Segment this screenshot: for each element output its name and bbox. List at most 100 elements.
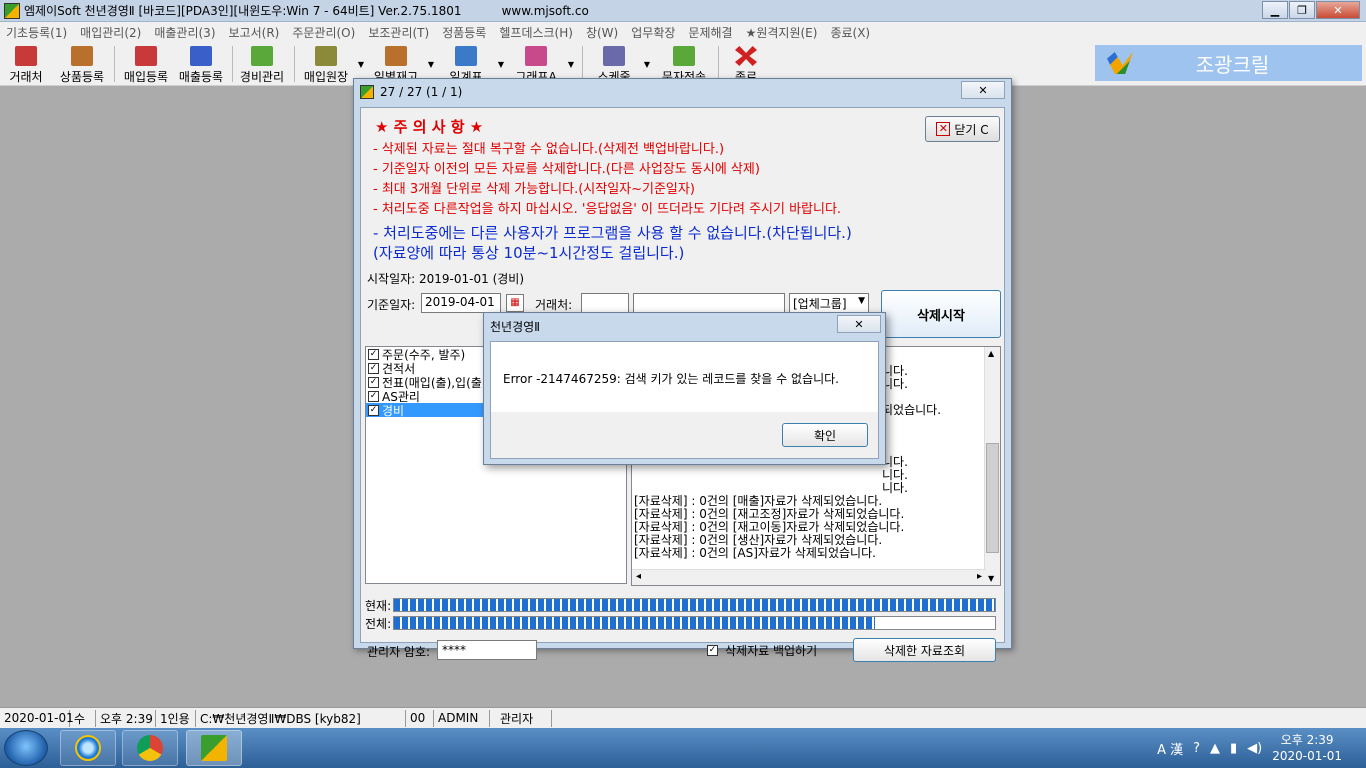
base-date-input[interactable]: 2019-04-01 <box>421 293 501 313</box>
checkbox[interactable]: ✓ <box>368 390 379 402</box>
expense-icon <box>251 46 273 66</box>
clock[interactable]: 오후 2:39 2020-01-01 <box>1272 732 1342 764</box>
menu-troubleshoot[interactable]: 문제해결 <box>688 24 732 41</box>
checkbox[interactable]: ✓ <box>368 362 379 374</box>
warning-line: (자료양에 따라 통상 10분~1시간정도 걸립니다.) <box>373 244 685 262</box>
scroll-up-icon[interactable]: ▲ <box>988 349 994 358</box>
menu-bar: 기초등록(1) 매입관리(2) 매출관리(3) 보고서(R) 주문관리(O) 보… <box>0 22 1366 42</box>
calendar-icon[interactable]: ▦ <box>506 294 524 312</box>
group-select[interactable]: [업체그룹] ▼ <box>789 293 869 313</box>
daily-stock-icon <box>385 46 407 66</box>
menu-extension[interactable]: 업무확장 <box>631 24 675 41</box>
restore-button[interactable]: ❐ <box>1289 1 1315 19</box>
close-window-button[interactable]: ✕ <box>1316 1 1360 19</box>
menu-report[interactable]: 보고서(R) <box>229 24 280 41</box>
taskbar: A 漢 ? ▲ ▮ ◀) 오후 2:39 2020-01-01 <box>0 728 1366 768</box>
toolbar-separator <box>718 46 719 82</box>
system-tray: A 漢 ? ▲ ▮ ◀) 오후 2:39 2020-01-01 <box>1157 728 1366 768</box>
app-icon <box>4 2 20 19</box>
menu-helpdesk[interactable]: 헬프데스크(H) <box>499 24 573 41</box>
checklist-label: 견적서 <box>382 361 416 376</box>
toolbar-label: 매출등록 <box>178 70 224 84</box>
volume-icon[interactable]: ◀) <box>1247 741 1262 756</box>
dialog-title: 27 / 27 (1 / 1) <box>380 85 463 99</box>
dropdown-arrow-icon[interactable]: ▼ <box>644 60 650 69</box>
dropdown-arrow-icon[interactable]: ▼ <box>428 60 434 69</box>
purchase-entry-icon <box>135 46 157 66</box>
window-controls: ▁ ❐ ✕ <box>1261 1 1360 19</box>
partner-code-input[interactable] <box>581 293 629 313</box>
warning-line: - 처리도중에는 다른 사용자가 프로그램을 사용 할 수 없습니다.(차단됩니… <box>373 224 852 242</box>
taskbar-app-button[interactable] <box>186 730 242 766</box>
company-name: 조광크릴 <box>1195 52 1270 77</box>
graph-icon <box>525 46 547 66</box>
chevron-down-icon: ▼ <box>858 296 865 306</box>
toolbar-separator <box>114 46 115 82</box>
dropdown-arrow-icon[interactable]: ▼ <box>568 60 574 69</box>
menu-aux[interactable]: 보조관리(T) <box>368 24 429 41</box>
checklist-label: 주문(수주, 발주) <box>382 347 466 362</box>
view-deleted-button[interactable]: 삭제한 자료조회 <box>853 638 996 662</box>
site-url: www.mjsoft.co <box>501 3 589 18</box>
ime-indicator[interactable]: A 漢 <box>1157 739 1183 758</box>
notice-header: ★ 주 의 사 항 ★ <box>375 118 484 136</box>
status-user: ADMIN <box>434 709 490 727</box>
error-close-x-button[interactable]: ✕ <box>837 315 881 333</box>
start-delete-button[interactable]: 삭제시작 <box>881 290 1001 338</box>
menu-remote-support[interactable]: ★원격지원(E) <box>746 24 818 41</box>
log-horizontal-scrollbar[interactable]: ◂ ▸ <box>632 569 986 585</box>
close-c-button[interactable]: ✕ 닫기 C <box>925 116 1000 142</box>
menu-exit[interactable]: 종료(X) <box>830 24 870 41</box>
status-license: 1인용 <box>156 709 196 727</box>
calendar-icon <box>603 46 625 66</box>
menu-license[interactable]: 정품등록 <box>442 24 486 41</box>
ok-button[interactable]: 확인 <box>782 423 868 447</box>
log-line: 되었습니다. <box>882 403 942 417</box>
checklist-label: 경비 <box>382 403 405 418</box>
menu-purchase[interactable]: 매입관리(2) <box>80 24 141 41</box>
tray-expand-icon[interactable]: ▲ <box>1210 741 1220 756</box>
menu-window[interactable]: 창(W) <box>586 24 618 41</box>
checkbox[interactable]: ✓ <box>368 376 379 388</box>
toolbar-partner-button[interactable]: 거래처 <box>6 46 46 85</box>
scroll-left-icon[interactable]: ◂ <box>636 571 641 582</box>
toolbar-label: 경비관리 <box>239 70 285 84</box>
toolbar-expense-button[interactable]: 경비관리 <box>236 46 288 85</box>
toolbar-purchase-ledger-button[interactable]: 매입원장 ▼ <box>300 46 364 85</box>
title-bar: 엠제이Soft 천년경영Ⅱ [바코드][PDA3인][내윈도우:Win 7 - … <box>0 0 1366 22</box>
dialog-close-x-button[interactable]: ✕ <box>961 81 1005 99</box>
menu-sales[interactable]: 매출관리(3) <box>154 24 215 41</box>
checkbox[interactable]: ✓ <box>368 404 379 416</box>
menu-order[interactable]: 주문관리(O) <box>292 24 355 41</box>
start-button[interactable] <box>4 730 48 766</box>
backup-checkbox[interactable]: ✓ <box>707 645 718 656</box>
menu-basic[interactable]: 기초등록(1) <box>6 24 67 41</box>
dropdown-arrow-icon[interactable]: ▼ <box>358 60 364 69</box>
toolbar-label: 매입원장 <box>303 70 349 84</box>
scrollbar-thumb[interactable] <box>986 443 999 553</box>
toolbar-purchase-entry-button[interactable]: 매입등록 <box>120 46 172 85</box>
network-icon[interactable]: ▮ <box>1230 741 1237 756</box>
checkbox[interactable]: ✓ <box>368 348 379 360</box>
dropdown-arrow-icon[interactable]: ▼ <box>498 60 504 69</box>
log-vertical-scrollbar[interactable]: ▲ ▼ <box>984 347 1000 585</box>
toolbar-label: 거래처 <box>9 70 43 84</box>
taskbar-ie-button[interactable] <box>60 730 116 766</box>
checklist-label: AS관리 <box>382 389 420 404</box>
toolbar-product-button[interactable]: 상품등록 <box>56 46 108 85</box>
minimize-button[interactable]: ▁ <box>1262 1 1288 19</box>
sales-entry-icon <box>190 46 212 66</box>
window-title: 엠제이Soft 천년경영Ⅱ [바코드][PDA3인][내윈도우:Win 7 - … <box>24 4 462 18</box>
admin-password-input[interactable]: **** <box>437 640 537 660</box>
checklist-label: 전표(매입(출),입(출 <box>382 375 482 390</box>
toolbar-sales-entry-button[interactable]: 매출등록 <box>175 46 227 85</box>
taskbar-chrome-button[interactable] <box>122 730 178 766</box>
status-code: 00 <box>406 709 434 727</box>
error-dialog: 천년경영Ⅱ ✕ Error -2147467259: 검색 키가 있는 레코드를… <box>483 312 886 465</box>
scroll-right-icon[interactable]: ▸ <box>977 571 982 582</box>
partner-name-input[interactable] <box>633 293 785 313</box>
help-icon[interactable]: ? <box>1193 741 1200 756</box>
backup-option[interactable]: ✓ 삭제자료 백업하기 <box>707 642 817 659</box>
scroll-down-icon[interactable]: ▼ <box>988 574 994 583</box>
company-banner: 조광크릴 <box>1095 45 1362 81</box>
